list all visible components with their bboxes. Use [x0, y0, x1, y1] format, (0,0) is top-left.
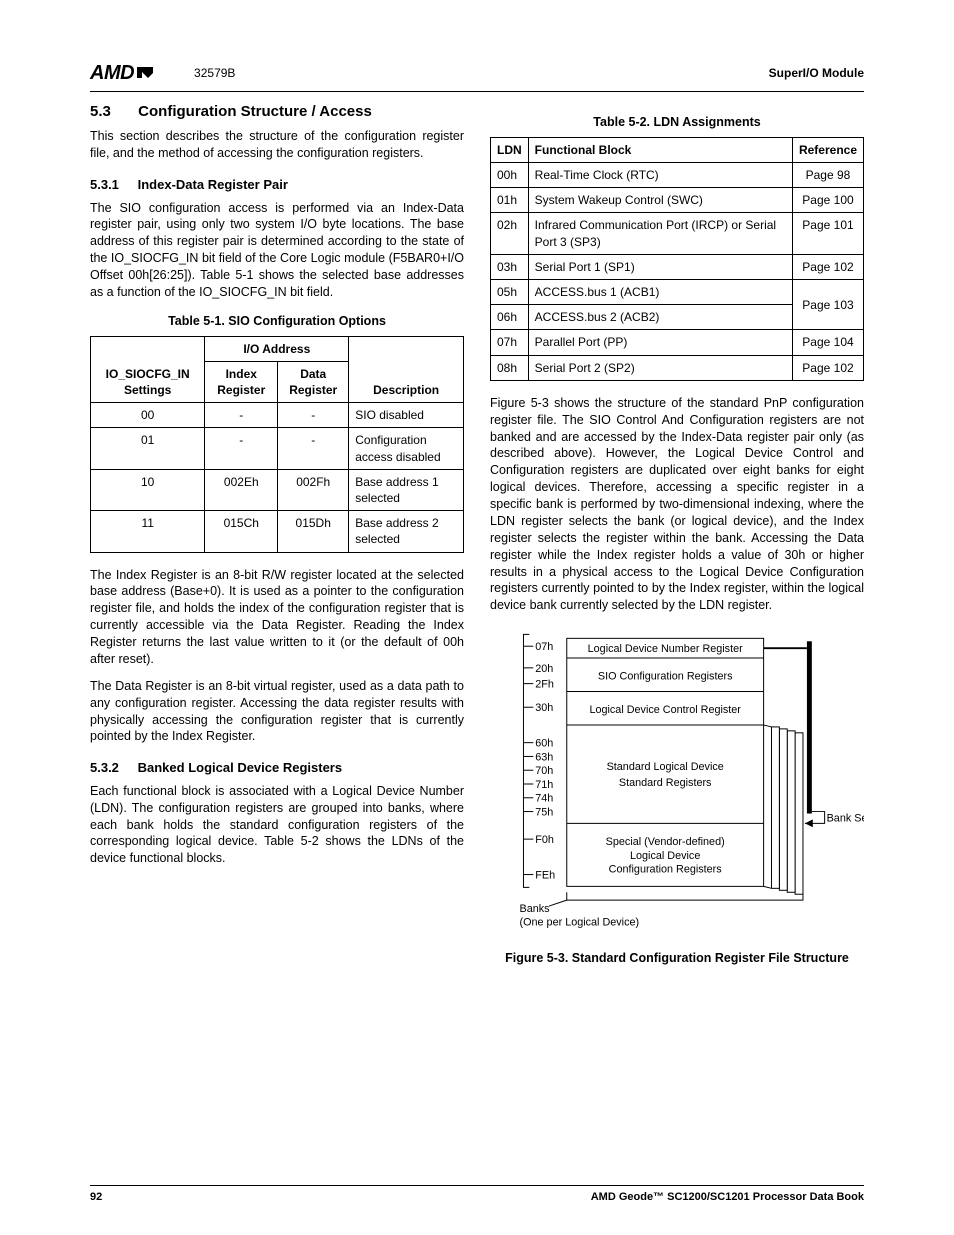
- sub531-p1: The SIO configuration access is performe…: [90, 200, 464, 301]
- sub531-p3: The Data Register is an 8-bit virtual re…: [90, 678, 464, 746]
- t51-h-desc: Description: [349, 336, 464, 403]
- fig-label: Standard Logical Device: [607, 761, 724, 773]
- table-row: 11 015Ch 015Dh Base address 2 selected: [91, 511, 464, 552]
- fig-addr: 30h: [535, 702, 553, 714]
- figure-5-3: 07h 20h 2Fh 30h 60h 63h 70h 71h 74h 75h …: [490, 624, 864, 967]
- section-intro: This section describes the structure of …: [90, 128, 464, 162]
- amd-arrow-icon: [136, 66, 154, 82]
- t52-h-ref: Reference: [792, 137, 863, 162]
- fig-addr: F0h: [535, 834, 554, 846]
- table-row: 07h Parallel Port (PP) Page 104: [491, 330, 864, 355]
- left-column: 5.3 Configuration Structure / Access Thi…: [90, 102, 464, 967]
- right-column: Table 5-2. LDN Assignments LDN Functiona…: [490, 102, 864, 967]
- doc-code: 32579B: [194, 65, 235, 81]
- fig-label: Banks: [520, 903, 551, 915]
- module-name: SuperI/O Module: [769, 65, 864, 81]
- table-row: 01h System Wakeup Control (SWC) Page 100: [491, 188, 864, 213]
- subsection-531-heading: 5.3.1 Index-Data Register Pair: [90, 176, 464, 194]
- book-title: AMD Geode™ SC1200/SC1201 Processor Data …: [591, 1190, 864, 1205]
- page-footer: 92 AMD Geode™ SC1200/SC1201 Processor Da…: [90, 1185, 864, 1205]
- table-row: 00 - - SIO disabled: [91, 403, 464, 428]
- logo-text: AMD: [90, 60, 134, 87]
- fig-addr: 2Fh: [535, 679, 554, 691]
- fig-addr: 71h: [535, 779, 553, 791]
- table-5-1: IO_SIOCFG_IN Settings I/O Address Descri…: [90, 336, 464, 553]
- fig-label: Special (Vendor-defined): [606, 836, 725, 848]
- fig-addr: 74h: [535, 793, 553, 805]
- sub-number: 5.3.2: [90, 759, 134, 777]
- sub-title: Index-Data Register Pair: [138, 177, 288, 192]
- t51-h-ioaddr: I/O Address: [205, 336, 349, 361]
- fig-label: Logical Device: [630, 850, 700, 862]
- sub-title: Banked Logical Device Registers: [138, 760, 342, 775]
- fig-label: Configuration Registers: [609, 864, 723, 876]
- fig-label: Standard Registers: [619, 777, 712, 789]
- fig-label: Logical Device Control Register: [589, 704, 741, 716]
- table-5-1-title: Table 5-1. SIO Configuration Options: [90, 313, 464, 330]
- page-number: 92: [90, 1190, 102, 1205]
- fig-addr: FEh: [535, 870, 555, 882]
- section-heading: 5.3 Configuration Structure / Access: [90, 102, 464, 122]
- fig-label: SIO Configuration Registers: [598, 671, 733, 683]
- t52-h-fb: Functional Block: [528, 137, 792, 162]
- table-5-2: LDN Functional Block Reference 00h Real-…: [490, 137, 864, 381]
- t51-h-settings: IO_SIOCFG_IN Settings: [91, 336, 205, 403]
- fig-label: (One per Logical Device): [520, 917, 640, 929]
- fig-addr: 20h: [535, 663, 553, 675]
- fig-label: Logical Device Number Register: [588, 643, 743, 655]
- t51-h-index: Index Register: [205, 361, 278, 402]
- fig-addr: 60h: [535, 738, 553, 750]
- table-row: 05h ACCESS.bus 1 (ACB1) Page 103: [491, 280, 864, 305]
- fig-addr: 75h: [535, 807, 553, 819]
- table-row: 01 - - Configuration access disabled: [91, 428, 464, 469]
- page-header: AMD 32579B SuperI/O Module: [90, 60, 864, 92]
- sub531-p2: The Index Register is an 8-bit R/W regis…: [90, 567, 464, 668]
- table-row: 00h Real-Time Clock (RTC) Page 98: [491, 163, 864, 188]
- fig-addr: 70h: [535, 765, 553, 777]
- table-5-2-title: Table 5-2. LDN Assignments: [490, 114, 864, 131]
- sub532-p1: Each functional block is associated with…: [90, 783, 464, 867]
- t51-h-data: Data Register: [278, 361, 349, 402]
- figure-5-3-caption: Figure 5-3. Standard Configuration Regis…: [490, 950, 864, 967]
- subsection-532-heading: 5.3.2 Banked Logical Device Registers: [90, 759, 464, 777]
- amd-logo: AMD: [90, 60, 154, 87]
- fig-label: Bank Select: [827, 813, 864, 825]
- table-row: 02h Infrared Communication Port (IRCP) o…: [491, 213, 864, 254]
- section-number: 5.3: [90, 102, 134, 122]
- table-row: 08h Serial Port 2 (SP2) Page 102: [491, 355, 864, 380]
- table-row: 03h Serial Port 1 (SP1) Page 102: [491, 254, 864, 279]
- fig-addr: 63h: [535, 752, 553, 764]
- col2-p1: Figure 5-3 shows the structure of the st…: [490, 395, 864, 614]
- sub-number: 5.3.1: [90, 176, 134, 194]
- section-title: Configuration Structure / Access: [138, 103, 372, 120]
- t52-h-ldn: LDN: [491, 137, 529, 162]
- table-row: 10 002Eh 002Fh Base address 1 selected: [91, 469, 464, 510]
- fig-addr: 07h: [535, 641, 553, 653]
